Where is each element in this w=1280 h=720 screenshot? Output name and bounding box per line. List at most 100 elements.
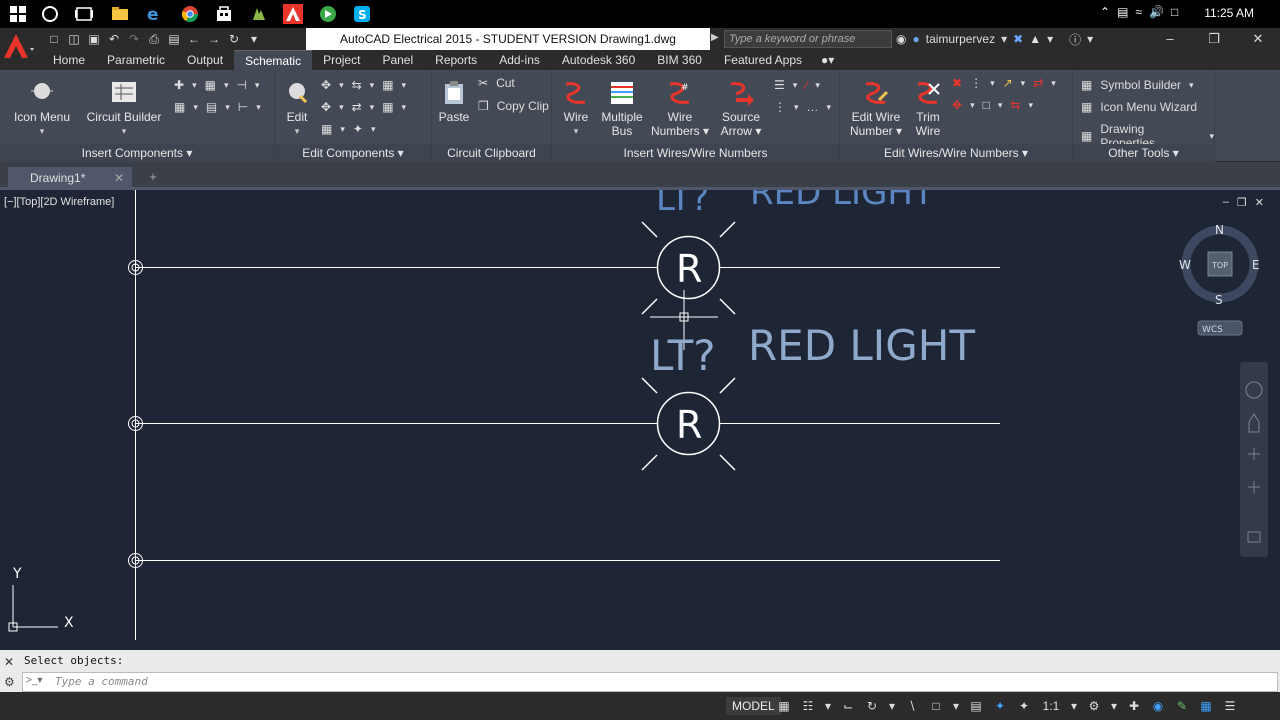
toggle-icon[interactable]: ✦ xyxy=(353,122,363,136)
wire-gap-icon[interactable]: □ xyxy=(983,98,990,112)
scoot-icon[interactable]: ⇆ xyxy=(352,78,362,92)
lamp-2-desc-label[interactable]: RED LIGHT xyxy=(748,321,975,370)
zoom-icon[interactable] xyxy=(1248,448,1260,460)
gap-icon[interactable]: … xyxy=(807,100,819,114)
store-icon[interactable] xyxy=(214,4,234,24)
steering-wheel-icon[interactable] xyxy=(1245,381,1263,399)
drawing-canvas[interactable]: LT? RED LIGHT R LT? RED LIGHT R Y X TOP … xyxy=(0,190,1276,640)
retag-icon[interactable]: ▦ xyxy=(321,122,332,136)
icon-menu-wizard-button[interactable]: ▦ Icon Menu Wizard xyxy=(1081,100,1197,114)
tab-reports[interactable]: Reports xyxy=(424,50,488,70)
wire-type-icon[interactable]: ∕ xyxy=(805,78,807,92)
minimize-icon[interactable]: – xyxy=(1148,28,1192,50)
insert-component-icon[interactable]: ▦ xyxy=(205,78,216,92)
plot-icon[interactable]: ⎙ xyxy=(146,31,162,47)
group-title[interactable]: Other Tools ▾ xyxy=(1073,144,1214,162)
polar-icon[interactable]: ↻ xyxy=(864,698,880,714)
save-icon[interactable]: ▣ xyxy=(86,31,102,47)
autocad-icon[interactable] xyxy=(283,4,303,24)
insert-connector-icon[interactable]: ⊣ xyxy=(236,78,246,92)
wifi-icon[interactable]: ≈ xyxy=(1135,5,1142,23)
trim-wire-button[interactable]: Trim Wire xyxy=(908,78,948,138)
viewcube-top-face[interactable]: TOP xyxy=(1211,261,1228,270)
qat-dropdown-icon[interactable]: ▾ xyxy=(246,31,262,47)
multiple-bus-button[interactable]: Multiple Bus xyxy=(598,78,646,138)
task-view-icon[interactable] xyxy=(74,4,94,24)
tab-output[interactable]: Output xyxy=(176,50,234,70)
close-icon[interactable]: ✕ xyxy=(1236,28,1280,50)
wire-number-leader-icon[interactable]: ⋮ xyxy=(970,76,982,90)
redo-icon[interactable]: ↷ xyxy=(126,31,142,47)
wire-numbers-button[interactable]: # Wire Numbers ▾ xyxy=(650,78,710,138)
close-tab-icon[interactable]: ✕ xyxy=(114,167,124,189)
viewport-restore-icon[interactable]: ❐ xyxy=(1237,196,1247,209)
notification-icon[interactable]: □ xyxy=(1171,5,1178,23)
help-dropdown-icon[interactable]: ▾ xyxy=(1087,32,1093,46)
delete-wire-number-icon[interactable]: ✖ xyxy=(952,76,962,90)
tab-autodesk-360[interactable]: Autodesk 360 xyxy=(551,50,646,70)
ortho-icon[interactable]: ⌙ xyxy=(840,698,856,714)
tab-featured-apps[interactable]: Featured Apps xyxy=(713,50,813,70)
hardware-acceleration-icon[interactable]: ◉ xyxy=(1150,698,1166,714)
snap-dropdown-icon[interactable]: ▾ xyxy=(824,698,832,714)
customization-icon[interactable]: ☰ xyxy=(1222,698,1238,714)
tab-add-ins[interactable]: Add-ins xyxy=(488,50,551,70)
wcs-menu[interactable]: WCS xyxy=(1202,325,1223,335)
edge-icon[interactable]: e xyxy=(144,4,164,24)
insert-wire-icon[interactable]: ✚ xyxy=(174,78,184,92)
tab-home[interactable]: Home xyxy=(42,50,96,70)
compass-e[interactable]: E xyxy=(1252,258,1260,272)
binoculars-icon[interactable]: ◉ xyxy=(896,32,906,46)
tab-schematic[interactable]: Schematic xyxy=(234,50,313,70)
isolate-objects-icon[interactable]: ✎ xyxy=(1174,698,1190,714)
undo-icon[interactable]: ↶ xyxy=(106,31,122,47)
scale-dropdown-icon[interactable]: ▾ xyxy=(1070,698,1078,714)
move-icon[interactable]: ✥ xyxy=(321,78,331,92)
top-lamp-desc-label[interactable]: RED LIGHT xyxy=(750,190,934,213)
refresh-icon[interactable]: ↻ xyxy=(226,31,242,47)
viewport-controls-label[interactable]: [−][Top][2D Wireframe] xyxy=(4,196,114,208)
tab-parametric[interactable]: Parametric xyxy=(96,50,176,70)
autoscale-icon[interactable]: ✦ xyxy=(1016,698,1032,714)
file-tab-drawing1[interactable]: Drawing1* ✕ xyxy=(8,167,132,190)
command-input[interactable]: Type a command xyxy=(22,672,1278,692)
pan-icon[interactable] xyxy=(1248,413,1260,433)
icon-menu-button[interactable]: Icon Menu ▾ xyxy=(8,78,76,138)
a360-dropdown-icon[interactable]: ▾ xyxy=(1047,32,1053,46)
exchange-icon[interactable]: ✖ xyxy=(1013,32,1023,46)
new-tab-button[interactable]: + xyxy=(144,169,162,185)
copy-component-icon[interactable]: ✥ xyxy=(321,100,331,114)
model-space-button[interactable]: MODEL xyxy=(726,697,781,715)
isodraft-icon[interactable]: ∖ xyxy=(904,698,920,714)
ribbon-minimize-icon[interactable]: ●▾ xyxy=(813,50,842,70)
tab-panel[interactable]: Panel xyxy=(371,50,424,70)
search-expand-icon[interactable]: ▶ xyxy=(711,32,719,43)
group-title[interactable]: Edit Wires/Wire Numbers ▾ xyxy=(840,144,1072,162)
user-dropdown-icon[interactable]: ▾ xyxy=(1001,32,1007,46)
paste-button[interactable]: Paste xyxy=(438,78,470,124)
polar-dropdown-icon[interactable]: ▾ xyxy=(888,698,896,714)
dropdown-icon[interactable]: ▾ xyxy=(8,124,76,138)
clean-screen-icon[interactable]: ▦ xyxy=(1198,698,1214,714)
username[interactable]: taimurpervez xyxy=(926,32,995,46)
attribute-icon[interactable]: ▦ xyxy=(382,100,393,114)
publish-icon[interactable]: ▤ xyxy=(166,31,182,47)
insert-terminal-icon[interactable]: ⊢ xyxy=(238,100,248,114)
source-arrow-button[interactable]: Source Arrow ▾ xyxy=(716,78,766,138)
compass-s[interactable]: S xyxy=(1215,293,1223,307)
chrome-icon[interactable] xyxy=(180,4,200,24)
cortana-icon[interactable] xyxy=(40,4,60,24)
lineweight-icon[interactable]: ▤ xyxy=(968,698,984,714)
viewport-close-icon[interactable]: ✕ xyxy=(1255,196,1264,209)
cut-button[interactable]: ✂ Cut xyxy=(478,76,515,90)
restore-icon[interactable]: ❐ xyxy=(1192,28,1236,50)
swap-wire-icon[interactable]: ⇄ xyxy=(1033,76,1043,90)
group-title[interactable]: Insert Components ▾ xyxy=(0,144,274,162)
copy-clip-button[interactable]: ❐ Copy Clip xyxy=(478,99,549,113)
workspace-icon[interactable]: ⚙ xyxy=(1086,698,1102,714)
insert-ladder-icon[interactable]: ▤ xyxy=(206,100,217,114)
lamp-2-tag-label[interactable]: LT? xyxy=(650,331,716,380)
snap-icon[interactable]: ☷ xyxy=(800,698,816,714)
chevron-up-icon[interactable]: ⌃ xyxy=(1100,5,1110,23)
new-file-icon[interactable]: □ xyxy=(46,31,62,47)
